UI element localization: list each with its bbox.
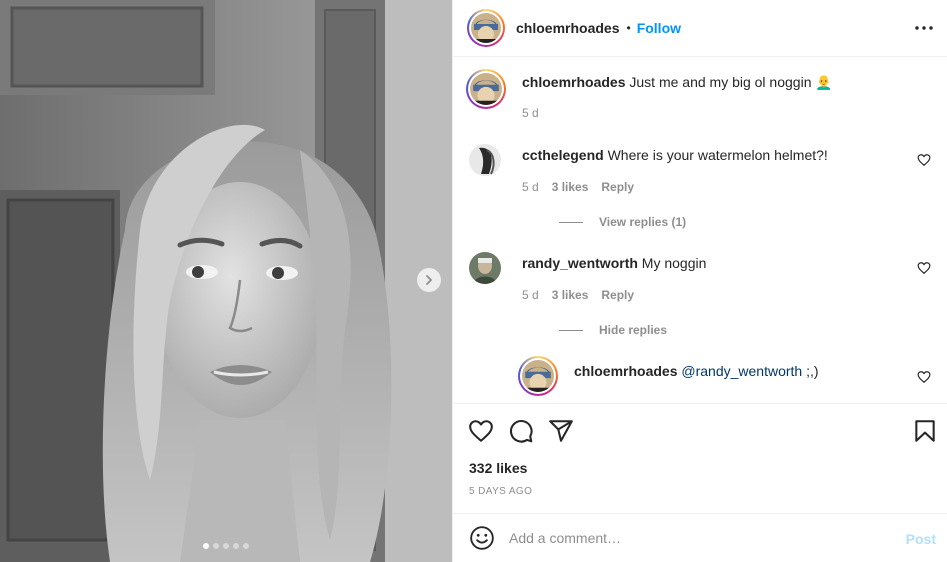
author-avatar-ring[interactable] bbox=[467, 9, 505, 47]
avatar bbox=[470, 73, 502, 105]
post-photo[interactable] bbox=[0, 0, 452, 562]
avatar[interactable] bbox=[469, 144, 501, 176]
comment-time: 5 d bbox=[522, 288, 539, 302]
comment-input[interactable] bbox=[509, 530, 889, 546]
carousel-dot bbox=[213, 543, 219, 549]
view-replies-button[interactable]: View replies (1) bbox=[559, 215, 686, 229]
comment-text: Where is your watermelon helmet?! bbox=[607, 147, 828, 163]
like-comment-heart-icon[interactable] bbox=[917, 370, 931, 384]
caption-text-line: chloemrhoades Just me and my big ol nogg… bbox=[522, 73, 922, 91]
comment-text-line: ccthelegend Where is your watermelon hel… bbox=[522, 146, 912, 164]
follow-button[interactable]: Follow bbox=[637, 20, 681, 36]
view-replies-label: View replies (1) bbox=[599, 215, 687, 229]
author-username[interactable]: chloemrhoades bbox=[516, 20, 619, 36]
portrait-image bbox=[0, 0, 452, 562]
next-photo-button[interactable] bbox=[417, 268, 441, 292]
post-header: chloemrhoades • Follow bbox=[453, 0, 947, 57]
comment-time: 5 d bbox=[522, 180, 539, 194]
comment-text-line: randy_wentworth My noggin bbox=[522, 254, 912, 272]
hide-replies-button[interactable]: Hide replies bbox=[559, 323, 667, 337]
more-horizontal-icon bbox=[915, 26, 933, 30]
header-separator: • bbox=[626, 21, 631, 35]
avatar bbox=[471, 13, 501, 43]
avatar[interactable] bbox=[469, 252, 501, 284]
more-options-button[interactable] bbox=[914, 18, 934, 38]
caption-username[interactable]: chloemrhoades bbox=[522, 74, 625, 90]
like-comment-heart-icon[interactable] bbox=[917, 261, 931, 275]
carousel-dot bbox=[223, 543, 229, 549]
comment-username[interactable]: randy_wentworth bbox=[522, 255, 638, 271]
replies-divider bbox=[559, 329, 583, 331]
like-comment-heart-icon[interactable] bbox=[917, 153, 931, 167]
bookmark-icon[interactable] bbox=[912, 418, 938, 444]
reply-button[interactable]: Reply bbox=[601, 180, 634, 194]
comment-likes[interactable]: 3 likes bbox=[552, 288, 589, 302]
comment-meta: 5 d 3 likes Reply bbox=[522, 180, 634, 194]
smiley-icon[interactable] bbox=[469, 525, 495, 551]
comment-likes[interactable]: 3 likes bbox=[552, 180, 589, 194]
caption-time: 5 d bbox=[522, 106, 539, 120]
caption-meta: 5 d bbox=[522, 106, 539, 120]
comments-list[interactable]: chloemrhoades Just me and my big ol nogg… bbox=[453, 57, 947, 403]
reply-avatar-ring[interactable] bbox=[518, 356, 558, 396]
replies-divider bbox=[559, 221, 583, 223]
post-modal: chloemrhoades • Follow chloemrhoades Jus… bbox=[0, 0, 947, 562]
comment-username[interactable]: ccthelegend bbox=[522, 147, 604, 163]
heart-icon[interactable] bbox=[468, 418, 494, 444]
post-details-panel: chloemrhoades • Follow chloemrhoades Jus… bbox=[452, 0, 947, 562]
paper-plane-icon[interactable] bbox=[548, 418, 574, 444]
post-comment-button[interactable]: Post bbox=[906, 531, 936, 547]
caption-text: Just me and my big ol noggin 👨‍🦲 bbox=[629, 74, 833, 90]
speech-bubble-icon[interactable] bbox=[508, 418, 534, 444]
caption-avatar-ring[interactable] bbox=[466, 69, 506, 109]
action-bar: 332 likes 5 DAYS AGO bbox=[453, 403, 947, 513]
comment-text: My noggin bbox=[641, 255, 707, 271]
comment-meta: 5 d 3 likes Reply bbox=[522, 288, 634, 302]
avatar bbox=[522, 360, 554, 392]
comment-composer: Post bbox=[453, 513, 947, 562]
reply-button[interactable]: Reply bbox=[601, 288, 634, 302]
carousel-indicator bbox=[0, 543, 452, 549]
carousel-dot-active bbox=[203, 543, 209, 549]
reply-text-line: chloemrhoades @randy_wentworth ;,) bbox=[574, 362, 904, 380]
post-timestamp: 5 DAYS AGO bbox=[469, 486, 533, 497]
reply-mention-link[interactable]: @randy_wentworth bbox=[681, 363, 802, 379]
reply-username[interactable]: chloemrhoades bbox=[574, 363, 677, 379]
chevron-right-icon bbox=[426, 275, 432, 285]
reply-text: ;,) bbox=[802, 363, 819, 379]
hide-replies-label: Hide replies bbox=[599, 323, 668, 337]
carousel-dot bbox=[233, 543, 239, 549]
likes-count[interactable]: 332 likes bbox=[469, 460, 527, 476]
carousel-dot bbox=[243, 543, 249, 549]
